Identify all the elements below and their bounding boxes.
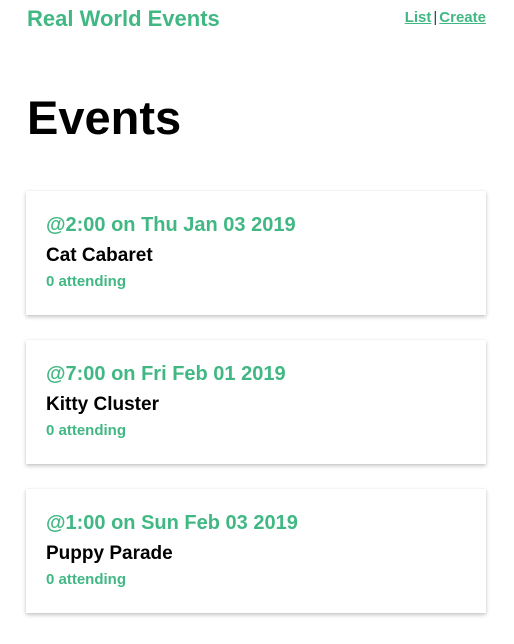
event-title: Kitty Cluster [46,394,159,415]
brand-link[interactable]: Real World Events [27,6,220,32]
event-time: @1:00 on Sun Feb 03 2019 [46,512,298,534]
event-time: @7:00 on Fri Feb 01 2019 [46,363,286,385]
nav-links: List | Create [405,9,486,26]
event-title: Cat Cabaret [46,245,153,266]
event-card[interactable]: @7:00 on Fri Feb 01 2019 Kitty Cluster 0… [26,340,486,464]
top-nav: Real World Events List | Create [27,0,486,40]
event-card[interactable]: @1:00 on Sun Feb 03 2019 Puppy Parade 0 … [26,489,486,613]
event-attending-count: 0 attending [46,422,127,439]
nav-list-link[interactable]: List [405,9,432,26]
event-list: @2:00 on Thu Jan 03 2019 Cat Cabaret 0 a… [26,191,486,638]
event-attending-count: 0 attending [46,273,127,290]
nav-create-link[interactable]: Create [439,9,486,26]
event-attending-count: 0 attending [46,571,127,588]
event-time: @2:00 on Thu Jan 03 2019 [46,214,296,236]
page-title: Events [27,91,182,144]
event-card[interactable]: @2:00 on Thu Jan 03 2019 Cat Cabaret 0 a… [26,191,486,315]
event-title: Puppy Parade [46,543,173,564]
